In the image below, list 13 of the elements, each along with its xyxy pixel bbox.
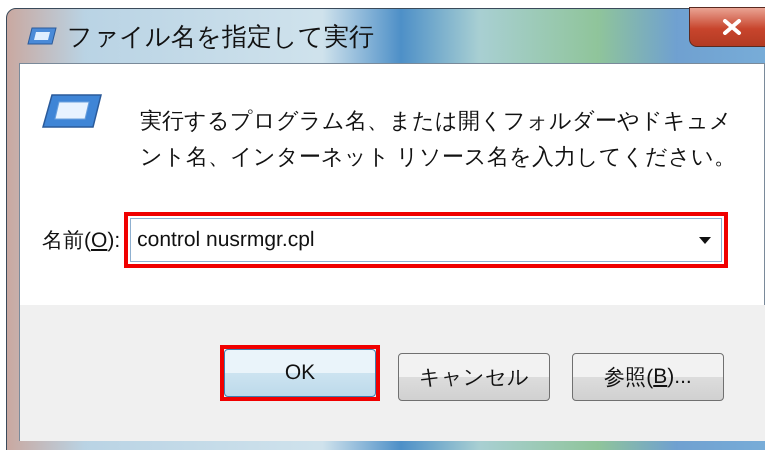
dialog-button[interactable]: OK [224, 349, 376, 397]
dropdown-arrow-icon [699, 236, 712, 244]
window-title: ファイル名を指定して実行 [67, 22, 374, 52]
close-button[interactable] [689, 7, 765, 47]
command-combo-box[interactable]: control nusrmgr.cpl [130, 218, 722, 262]
dialog-button[interactable]: キャンセル [398, 353, 550, 401]
run-icon [42, 94, 102, 128]
dialog-button[interactable]: 参照(B)... [572, 353, 724, 401]
run-icon [27, 27, 57, 45]
description-text: 実行するプログラム名、または開くフォルダーやドキュメ [140, 107, 733, 135]
description-text: ント名、インターネット リソース名を入力してください。 [140, 143, 736, 171]
field-label: 名前(O): [42, 228, 120, 254]
close-icon [722, 19, 742, 35]
